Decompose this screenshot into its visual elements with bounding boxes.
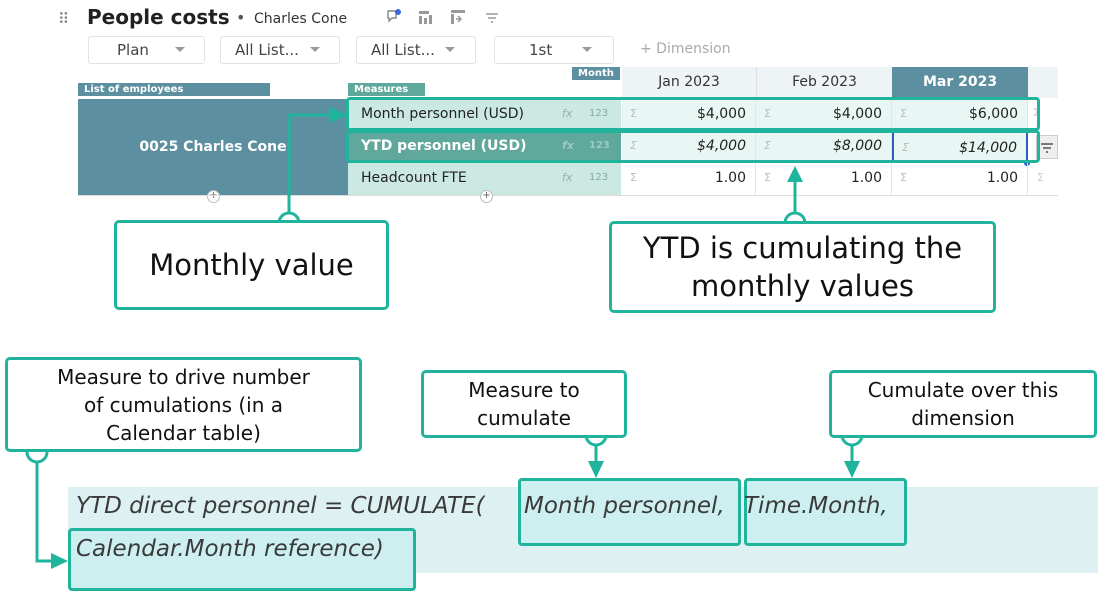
formula-reference-arg: Calendar.Month reference)	[76, 536, 384, 562]
callout-text: Measure to drive number	[57, 364, 310, 389]
callout-measure-drive: Measure to drive number of cumulations (…	[5, 357, 362, 452]
callout-text: Cumulate over this	[867, 378, 1059, 402]
callout-text: dimension	[911, 406, 1015, 430]
callout-text: Monthly value	[149, 248, 354, 282]
callout-over-dimension: Cumulate over this dimension	[829, 370, 1097, 438]
callout-text: Calendar table)	[106, 420, 261, 445]
formula-dimension-arg: Time.Month,	[744, 493, 888, 519]
callout-text: monthly values	[691, 269, 914, 303]
callout-text: cumulate	[477, 406, 571, 430]
callout-ytd: YTD is cumulating the monthly values	[609, 221, 996, 313]
formula-line-1-prefix: YTD direct personnel = CUMULATE(	[76, 493, 485, 519]
callout-text: of cumulations (in a	[83, 392, 283, 417]
callout-text: Measure to	[468, 378, 580, 402]
callout-measure-cumulate: Measure to cumulate	[421, 370, 627, 438]
callout-text: YTD is cumulating the	[642, 231, 963, 265]
formula-measure-arg: Month personnel,	[524, 493, 725, 519]
callout-monthly-value: Monthly value	[114, 220, 389, 310]
